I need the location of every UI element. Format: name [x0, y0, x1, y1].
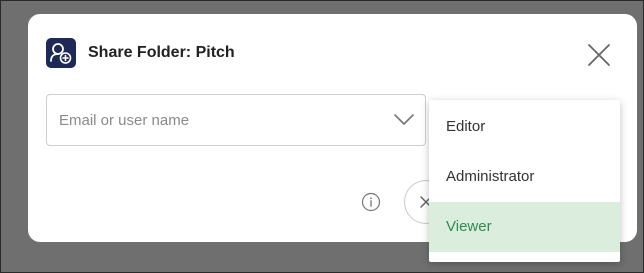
email-input[interactable]	[59, 95, 379, 145]
role-option-administrator[interactable]: Administrator	[429, 152, 620, 202]
dialog-title: Share Folder: Pitch	[88, 44, 235, 61]
close-button[interactable]	[584, 40, 614, 70]
user-add-icon	[46, 38, 76, 68]
role-dropdown-menu: Editor Administrator Viewer	[429, 100, 620, 262]
role-option-viewer[interactable]: Viewer	[429, 202, 620, 252]
role-option-editor[interactable]: Editor	[429, 102, 620, 152]
close-icon	[588, 44, 610, 66]
email-field	[46, 94, 426, 146]
chevron-down-icon[interactable]	[393, 113, 415, 127]
info-icon[interactable]	[361, 192, 381, 212]
